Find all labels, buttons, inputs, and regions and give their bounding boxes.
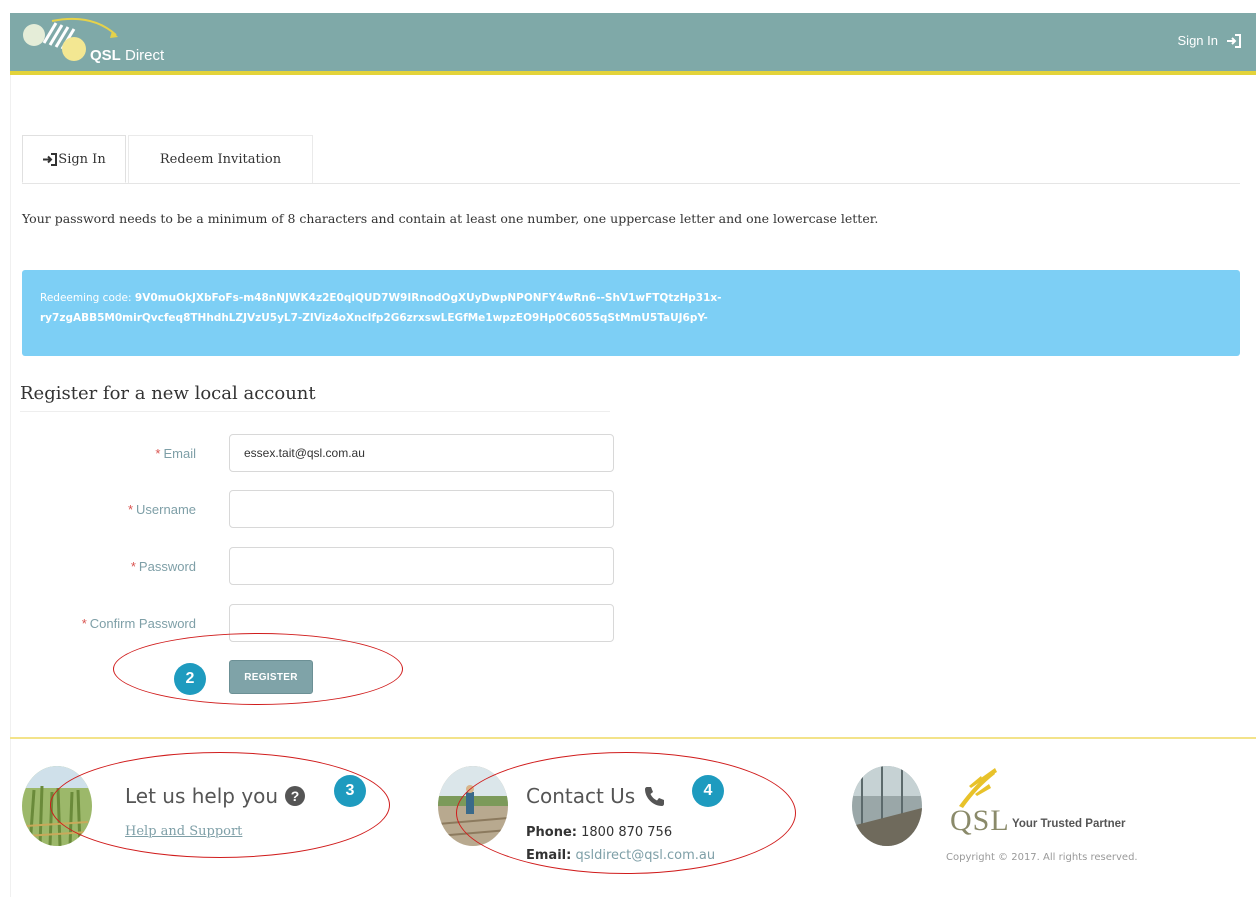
email-row: * Email	[0, 434, 620, 474]
register-title-rule	[20, 411, 610, 412]
password-field[interactable]	[229, 547, 614, 585]
contact-phone: Phone: 1800 870 756	[526, 825, 672, 840]
crop-field-image	[22, 766, 92, 846]
register-button[interactable]: REGISTER	[229, 660, 313, 694]
warehouse-image	[852, 766, 922, 846]
brand-rest: Direct	[125, 47, 165, 64]
confirm-password-label-text: Confirm Password	[89, 616, 196, 631]
top-navbar: QSL Direct Sign In	[10, 13, 1256, 75]
email-link[interactable]: qsldirect@qsl.com.au	[575, 848, 715, 863]
redeem-code-label: Redeeming code:	[40, 292, 132, 304]
required-marker: *	[81, 616, 87, 631]
help-title-text: Let us help you	[125, 784, 279, 808]
required-marker: *	[155, 446, 161, 461]
redeem-code-alert: Redeeming code: 9V0muOkJXbFoFs-m48nNJWK4…	[22, 270, 1240, 356]
annotation-badge-2: 2	[174, 663, 206, 695]
field-worker-image	[438, 766, 508, 846]
redeem-code-line-2: ry7zgABB5M0mirQvcfeq8THhdhLZJVzU5yL7-ZIV…	[40, 312, 708, 324]
svg-text:?: ?	[291, 788, 300, 804]
tagline: Your Trusted Partner	[1012, 818, 1126, 830]
password-label-text: Password	[138, 559, 196, 574]
email-label: Email:	[526, 848, 572, 863]
redeem-code-value-2: ry7zgABB5M0mirQvcfeq8THhdhLZJVzU5yL7-ZIV…	[40, 312, 708, 324]
left-border	[10, 75, 11, 897]
help-title: Let us help you ?	[125, 784, 306, 808]
tab-sign-in-label: Sign In	[58, 151, 106, 167]
brand-bold: QSL	[90, 47, 121, 64]
phone-label: Phone:	[526, 825, 577, 840]
qsl-wheat-logo-icon	[959, 768, 997, 808]
contact-title: Contact Us	[526, 784, 665, 808]
confirm-password-field[interactable]	[229, 604, 614, 642]
header-sign-in-link[interactable]: Sign In	[1178, 33, 1242, 48]
redeem-code-value-1: 9V0muOkJXbFoFs-m48nNJWK4z2E0qlQUD7W9IRno…	[134, 292, 722, 304]
help-photo	[22, 766, 92, 846]
username-label-text: Username	[136, 502, 196, 517]
tab-sign-in[interactable]: Sign In	[22, 135, 126, 183]
username-row: * Username	[0, 490, 620, 530]
confirm-password-row: * Confirm Password	[0, 604, 620, 644]
tab-redeem-invitation[interactable]: Redeem Invitation	[128, 135, 313, 183]
redeem-code-line-1: Redeeming code: 9V0muOkJXbFoFs-m48nNJWK4…	[40, 292, 722, 304]
email-label: * Email	[155, 446, 196, 461]
sign-in-icon	[1227, 33, 1241, 48]
email-field[interactable]	[229, 434, 614, 472]
register-title: Register for a new local account	[20, 383, 316, 404]
phone-icon	[645, 787, 665, 806]
password-label: * Password	[131, 559, 196, 574]
password-row: * Password	[0, 547, 620, 587]
footer-divider	[10, 737, 1256, 739]
password-requirements: Your password needs to be a minimum of 8…	[22, 211, 879, 226]
annotation-badge-4: 4	[692, 775, 724, 807]
qsl-logo-text: QSL	[950, 804, 1010, 837]
contact-email: Email: qsldirect@qsl.com.au	[526, 848, 715, 863]
required-marker: *	[130, 559, 136, 574]
required-marker: *	[127, 502, 134, 517]
tab-bar: Sign In Redeem Invitation	[22, 135, 1240, 184]
help-and-support-link[interactable]: Help and Support	[125, 824, 242, 839]
header-sign-in-label: Sign In	[1177, 33, 1218, 48]
facility-photo	[852, 766, 922, 846]
contact-title-text: Contact Us	[526, 784, 636, 808]
sign-in-icon	[43, 152, 58, 166]
confirm-password-label: * Confirm Password	[82, 616, 196, 631]
annotation-badge-3: 3	[334, 775, 366, 807]
copyright: Copyright © 2017. All rights reserved.	[946, 852, 1138, 863]
phone-value: 1800 870 756	[581, 825, 673, 840]
email-label-text: Email	[163, 446, 196, 461]
contact-photo	[438, 766, 508, 846]
username-field[interactable]	[229, 490, 614, 528]
tab-redeem-label: Redeem Invitation	[159, 152, 282, 167]
brand-name[interactable]: QSL Direct	[90, 47, 164, 64]
username-label: * Username	[128, 502, 196, 517]
question-circle-icon: ?	[285, 786, 306, 806]
